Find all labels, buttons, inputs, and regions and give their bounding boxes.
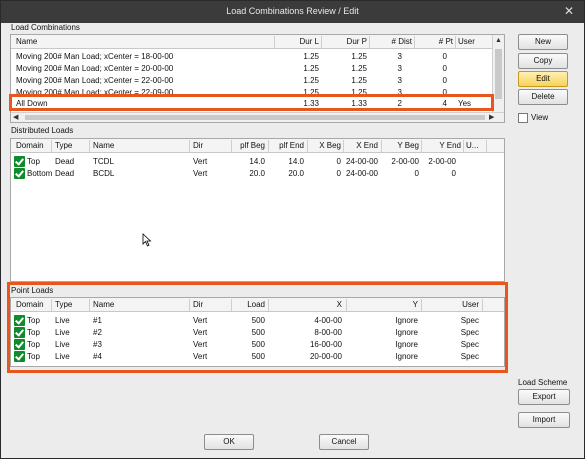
combo-dist: 3 — [397, 52, 402, 61]
dist-domain: Top — [27, 157, 40, 166]
scroll-thumb[interactable] — [495, 49, 502, 99]
distributed-loads-label: Distributed Loads — [11, 126, 74, 135]
checkmark-icon[interactable] — [14, 156, 25, 167]
view-checkbox[interactable] — [518, 113, 528, 123]
dist-plf-end: 20.0 — [288, 169, 304, 178]
import-button[interactable]: Import — [518, 412, 570, 428]
col-dur-l[interactable]: Dur L — [277, 37, 319, 46]
combo-dist: 3 — [397, 76, 402, 85]
dist-plf-end: 14.0 — [288, 157, 304, 166]
combo-dur-l: 1.25 — [303, 64, 319, 73]
scroll-left-icon[interactable]: ◀ — [13, 113, 18, 121]
col-x-end[interactable]: X End — [345, 141, 378, 150]
combo-dist: 3 — [397, 64, 402, 73]
delete-button[interactable]: Delete — [518, 89, 568, 105]
col-pt[interactable]: # Pt — [417, 37, 453, 46]
dist-type: Dead — [55, 157, 75, 166]
dist-type: Dead — [55, 169, 75, 178]
dist-x-end: 24-00-00 — [345, 157, 378, 166]
mouse-cursor-icon — [142, 233, 152, 247]
dist-y-beg: 2-00-00 — [391, 157, 419, 166]
col-domain[interactable]: Domain — [16, 141, 44, 150]
col-type[interactable]: Type — [55, 141, 72, 150]
combo-dur-l: 1.25 — [303, 76, 319, 85]
window-title: Load Combinations Review / Edit — [226, 6, 359, 16]
dist-dir: Vert — [193, 157, 208, 166]
dist-plf-beg: 14.0 — [249, 157, 265, 166]
col-x-beg[interactable]: X Beg — [309, 141, 341, 150]
col-plf-beg[interactable]: plf Beg — [233, 141, 265, 150]
dist-plf-beg: 20.0 — [249, 169, 265, 178]
new-button[interactable]: New — [518, 34, 568, 50]
dist-x-end: 24-00-00 — [345, 169, 378, 178]
close-icon[interactable]: ✕ — [564, 4, 574, 18]
dist-dir: Vert — [193, 169, 208, 178]
load-combinations-dialog: Load Combinations Review / Edit ✕ Load C… — [0, 0, 585, 459]
combo-pt: 0 — [442, 52, 447, 61]
dist-domain: Bottom — [27, 169, 53, 178]
scroll-thumb[interactable] — [25, 115, 485, 120]
col-y-end[interactable]: Y End — [423, 141, 461, 150]
dist-name: BCDL — [93, 169, 115, 178]
list-item[interactable]: Moving 200# Man Load; xCenter = 22-00-00… — [11, 75, 492, 87]
copy-button[interactable]: Copy — [518, 53, 568, 69]
scroll-up-icon[interactable]: ▲ — [495, 37, 502, 44]
title-bar: Load Combinations Review / Edit ✕ — [1, 1, 584, 23]
combo-pt: 0 — [442, 64, 447, 73]
list-item[interactable]: Moving 200# Man Load; xCenter = 18-00-00… — [11, 51, 492, 63]
col-name[interactable]: Name — [16, 37, 37, 46]
export-button[interactable]: Export — [518, 389, 570, 405]
load-combinations-header: Name Dur L Dur P # Dist # Pt User — [11, 35, 492, 49]
col-plf-end[interactable]: plf End — [270, 141, 304, 150]
horizontal-scrollbar[interactable]: ◀ ▶ — [11, 112, 504, 122]
combo-name: Moving 200# Man Load; xCenter = 22-00-00 — [16, 76, 174, 85]
load-scheme-label: Load Scheme — [518, 378, 568, 387]
combo-dur-p: 1.25 — [351, 64, 367, 73]
cancel-button[interactable]: Cancel — [319, 434, 369, 450]
table-row[interactable]: Top Dead TCDL Vert 14.0 14.0 0 24-00-00 … — [11, 156, 504, 168]
view-label: View — [531, 113, 549, 122]
combo-dur-l: 1.25 — [303, 52, 319, 61]
highlight-box-point-loads — [7, 282, 508, 373]
col-user[interactable]: User — [458, 37, 475, 46]
col-name[interactable]: Name — [93, 141, 114, 150]
dist-name: TCDL — [93, 157, 114, 166]
table-row[interactable]: Bottom Dead BCDL Vert 20.0 20.0 0 24-00-… — [11, 168, 504, 180]
col-dur-p[interactable]: Dur P — [324, 37, 367, 46]
load-combinations-label: Load Combinations — [11, 23, 80, 32]
col-y-beg[interactable]: Y Beg — [383, 141, 419, 150]
combo-name: Moving 200# Man Load; xCenter = 18-00-00 — [16, 52, 174, 61]
dist-y-end: 2-00-00 — [428, 157, 456, 166]
combo-pt: 0 — [442, 76, 447, 85]
dist-y-beg: 0 — [414, 169, 419, 178]
checkmark-icon[interactable] — [14, 168, 25, 179]
distributed-loads-header: Domain Type Name Dir plf Beg plf End X B… — [11, 139, 504, 153]
list-item[interactable]: Moving 200# Man Load; xCenter = 20-00-00… — [11, 63, 492, 75]
ok-button[interactable]: OK — [204, 434, 254, 450]
col-dist[interactable]: # Dist — [372, 37, 412, 46]
dist-x-beg: 0 — [336, 157, 341, 166]
dist-y-end: 0 — [451, 169, 456, 178]
combo-dur-p: 1.25 — [351, 76, 367, 85]
highlight-box-combination — [9, 94, 494, 111]
col-u[interactable]: U... — [466, 141, 478, 150]
combo-dur-p: 1.25 — [351, 52, 367, 61]
edit-button[interactable]: Edit — [518, 71, 568, 87]
distributed-loads-table: Domain Type Name Dir plf Beg plf End X B… — [10, 138, 505, 282]
combo-name: Moving 200# Man Load; xCenter = 20-00-00 — [16, 64, 174, 73]
dist-x-beg: 0 — [336, 169, 341, 178]
scroll-right-icon[interactable]: ▶ — [489, 113, 494, 121]
col-dir[interactable]: Dir — [193, 141, 203, 150]
